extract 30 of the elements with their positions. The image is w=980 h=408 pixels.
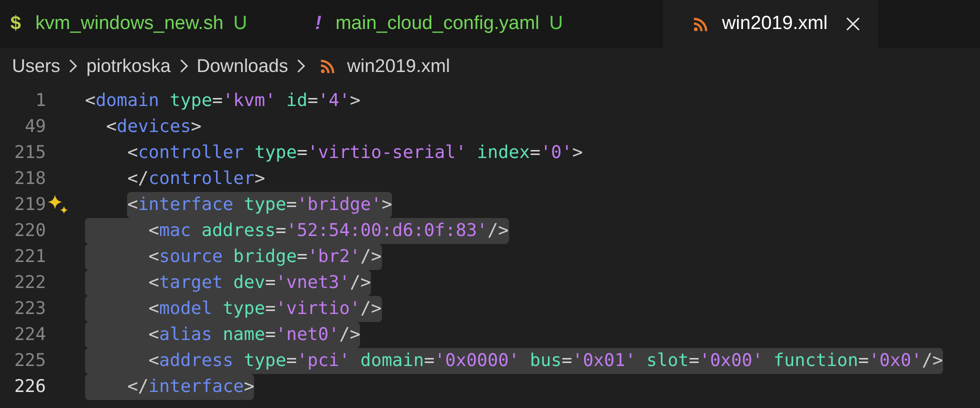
line-number: 49: [24, 116, 46, 139]
sparkle-icon[interactable]: [47, 194, 69, 216]
code-line: <controller type='virtio-serial' index='0'>: [127, 142, 583, 165]
line-number: 221: [13, 246, 46, 269]
breadcrumb-item[interactable]: Downloads: [196, 52, 288, 80]
line-number: 223: [13, 298, 46, 321]
line-number: 219: [13, 194, 46, 217]
dollar-icon: $: [10, 10, 22, 38]
line-number: 224: [13, 324, 46, 347]
code-line: <domain type='kvm' id='4'>: [85, 90, 360, 113]
line-number: 226: [13, 376, 46, 399]
code-line: </controller>: [127, 168, 266, 191]
line-number: 1: [34, 90, 46, 113]
close-icon[interactable]: [846, 17, 860, 31]
chevron-icon: [296, 58, 306, 74]
chevron-icon: [178, 58, 189, 74]
line-number: 215: [13, 142, 46, 165]
line-number: 218: [13, 168, 46, 191]
breadcrumb-item[interactable]: win2019.xml: [347, 52, 450, 80]
line-number: 225: [13, 350, 46, 373]
line-number: 222: [13, 272, 46, 295]
code-line: <devices>: [106, 116, 202, 139]
editor-tab[interactable]: win2019.xml: [663, 0, 878, 48]
rss-icon: [320, 58, 336, 74]
exclamation-icon: !: [315, 10, 322, 38]
breadcrumb-item[interactable]: piotrkoska: [86, 52, 171, 80]
rss-icon: [693, 16, 708, 32]
breadcrumb-item[interactable]: Users: [12, 52, 60, 80]
chevron-icon: [68, 58, 78, 74]
line-number: 220: [13, 220, 46, 243]
